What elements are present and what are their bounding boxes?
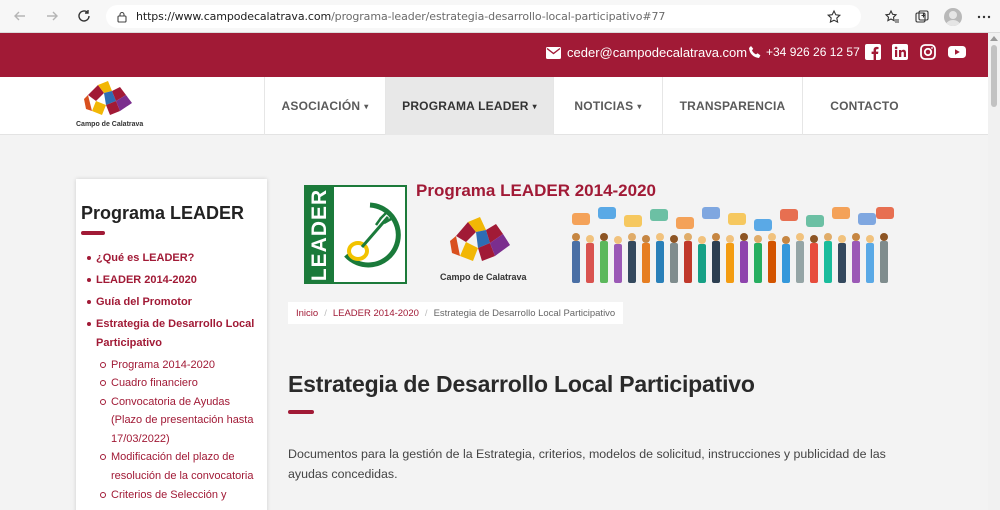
breadcrumb: Inicio / LEADER 2014-2020 / Estrategia d… [288,302,624,324]
scroll-up-arrow-icon[interactable] [990,36,998,41]
lock-icon [117,11,127,23]
linkedin-icon[interactable] [892,44,908,60]
arrow-left-icon [14,11,25,21]
leader-logo-strip: LEADER [306,187,334,282]
scroll-thumb[interactable] [991,45,997,107]
forward-button[interactable] [36,0,68,33]
nav-transparencia[interactable]: TRANSPARENCIA [662,77,802,135]
people-illustration [572,207,894,283]
sidebar-subitem-programa[interactable]: Programa 2014-2020 [86,356,261,375]
email-link[interactable]: ceder@campodecalatrava.com [546,45,747,60]
sidebar-item-leader-2014-2020[interactable]: LEADER 2014-2020 [86,271,261,290]
instagram-icon[interactable] [920,44,936,60]
breadcrumb-parent[interactable]: LEADER 2014-2020 [333,308,419,319]
browser-actions [826,0,992,33]
phone-link[interactable]: +34 926 26 12 57 [748,45,860,59]
contact-bar: ceder@campodecalatrava.com +34 926 26 12… [0,33,988,77]
nav-label: TRANSPARENCIA [679,99,786,113]
favorite-star-icon[interactable] [826,9,842,25]
address-bar[interactable]: https://www.campodecalatrava.com/program… [106,5,861,28]
chevron-down-icon: ▾ [532,101,537,111]
sidebar-item-estrategia[interactable]: Estrategia de Desarrollo Local Participa… [86,315,261,352]
nav-contacto[interactable]: CONTACTO [802,77,926,135]
url-path: /programa-leader/estrategia-desarrollo-l… [331,10,666,23]
page-title: Estrategia de Desarrollo Local Participa… [288,371,755,397]
favorites-icon[interactable] [884,9,900,25]
banner-logo-caption: Campo de Calatrava [440,272,527,282]
sidebar-subitem-modificacion-plazo[interactable]: Modificación del plazo de resolución de … [86,448,261,485]
sidebar-menu: Programa LEADER ¿Qué es LEADER? LEADER 2… [76,179,267,510]
collections-icon[interactable] [914,9,930,25]
main-nav: ASOCIACIÓN ▾ PROGRAMA LEADER ▾ NOTICIAS ▾ T… [264,77,926,135]
logo-caption: Campo de Calatrava [76,121,144,128]
url-host: https://www.campodecalatrava.com [136,10,332,23]
profile-avatar[interactable] [944,7,962,26]
leader-banner: LEADER Programa LEADER 2014-2020 Campo d… [304,181,898,285]
calatrava-logo-icon [84,81,132,115]
phone-icon [749,46,761,58]
sidebar-item-guia-promotor[interactable]: Guía del Promotor [86,293,261,312]
calatrava-logo-icon [450,217,510,261]
breadcrumb-current: Estrategia de Desarrollo Local Participa… [433,307,616,319]
sidebar-title: Programa LEADER [81,203,245,223]
email-text: ceder@campodecalatrava.com [567,45,748,60]
phone-text: +34 926 26 12 57 [766,45,860,59]
sidebar-list: ¿Qué es LEADER? LEADER 2014-2020 Guía de… [86,249,261,504]
intro-paragraph: Documentos para la gestión de la Estrate… [288,447,886,481]
title-accent-line [81,231,105,235]
arrow-right-icon [47,11,58,21]
leader-logo-word: LEADER [308,188,331,281]
back-button[interactable] [4,0,36,33]
nav-label: NOTICIAS [574,99,634,113]
banner-calatrava-logo: Campo de Calatrava [440,214,528,284]
url-text: https://www.campodecalatrava.com/program… [136,10,665,23]
reload-icon [78,10,90,22]
browser-toolbar: https://www.campodecalatrava.com/program… [0,0,1000,33]
site-header: Campo de Calatrava ASOCIACIÓN ▾ PROGRAMA … [0,77,988,135]
leader-logo: LEADER [304,185,407,284]
nav-label: PROGRAMA LEADER [402,99,529,113]
site-logo[interactable]: Campo de Calatrava [76,79,146,133]
nav-noticias[interactable]: NOTICIAS ▾ [553,77,662,135]
page-scrollbar[interactable] [988,33,1000,510]
sidebar-subitem-criterios[interactable]: Criterios de Selección y [86,486,261,505]
nav-label: CONTACTO [830,99,899,113]
reload-button[interactable] [68,0,100,33]
youtube-icon[interactable] [948,44,966,60]
more-options-icon[interactable] [976,9,992,25]
chevron-down-icon: ▾ [364,101,369,111]
title-accent-line [288,410,314,414]
facebook-icon[interactable] [865,44,881,60]
sidebar-item-que-es-leader[interactable]: ¿Qué es LEADER? [86,249,261,268]
nav-asociacion[interactable]: ASOCIACIÓN ▾ [264,77,385,135]
nav-label: ASOCIACIÓN [281,99,361,113]
sidebar-subitem-cuadro-financiero[interactable]: Cuadro financiero [86,374,261,393]
nav-programa-leader[interactable]: PROGRAMA LEADER ▾ [385,77,553,135]
breadcrumb-home[interactable]: Inicio [296,308,318,319]
chevron-down-icon: ▾ [637,101,642,111]
sidebar-subitem-convocatoria[interactable]: Convocatoria de Ayudas (Plazo de present… [86,393,261,449]
leader-emblem-icon [344,202,401,268]
envelope-icon [546,46,561,59]
breadcrumb-separator: / [324,307,327,319]
breadcrumb-separator: / [424,307,428,319]
banner-title: Programa LEADER 2014-2020 [416,181,657,200]
